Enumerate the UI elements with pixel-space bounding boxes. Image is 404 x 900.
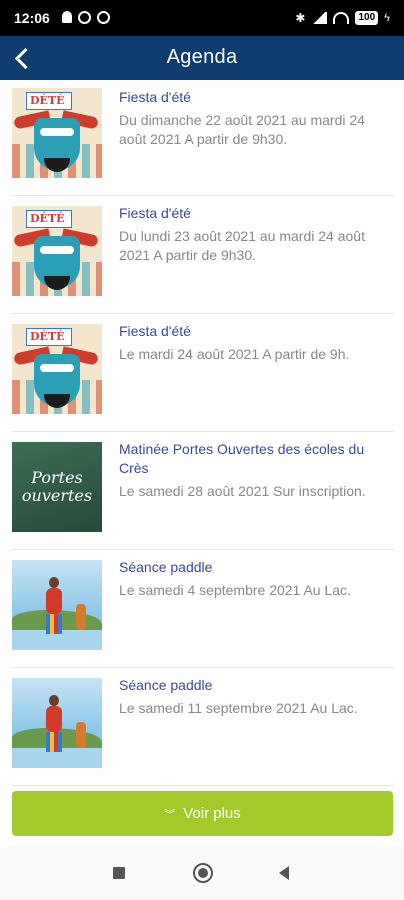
event-description: Du dimanche 22 août 2021 au mardi 24 aoû… [119, 112, 365, 147]
event-item[interactable]: Fiesta d'été Le mardi 24 août 2021 A par… [12, 314, 394, 432]
fiesta-poster-image [12, 324, 102, 414]
event-title[interactable]: Fiesta d'été [119, 204, 392, 223]
chalkboard-image: Portes ouvertes [12, 442, 102, 532]
sync-icon [78, 11, 91, 24]
event-description: Le mardi 24 août 2021 A partir de 9h. [119, 346, 350, 362]
signal-icon [311, 12, 328, 24]
event-item[interactable]: Portes ouvertes Matinée Portes Ouvertes … [12, 432, 394, 550]
chalkboard-text-line-2: ouvertes [21, 486, 93, 505]
recent-apps-icon[interactable] [113, 867, 125, 879]
fiesta-poster-image [12, 206, 102, 296]
double-chevron-down-icon: ︾ [164, 808, 176, 821]
notification-icons [62, 11, 110, 24]
fiesta-poster-image [12, 88, 102, 178]
event-description: Du lundi 23 août 2021 au mardi 24 août 2… [119, 228, 365, 263]
paddle-photo-image [12, 560, 102, 650]
page-title: Agenda [166, 46, 238, 68]
event-item[interactable]: Fiesta d'été Du lundi 23 août 2021 au ma… [12, 196, 394, 314]
status-time: 12:06 [14, 10, 50, 26]
event-item[interactable]: Fiesta d'été Du dimanche 22 août 2021 au… [12, 80, 394, 196]
back-triangle-icon[interactable] [279, 866, 289, 880]
battery-icon: 100 [355, 11, 379, 25]
chalkboard-text-line-1: Portes [31, 468, 83, 487]
event-item[interactable]: Séance paddle Le samedi 11 septembre 202… [12, 668, 394, 786]
bluetooth-icon: ✱ [295, 11, 306, 25]
system-icons: ✱ 100 ϟ [295, 11, 390, 25]
bell-icon [62, 11, 72, 23]
charging-icon: ϟ [384, 12, 390, 24]
voir-plus-button[interactable]: ︾ Voir plus [12, 791, 393, 836]
home-icon[interactable] [193, 863, 213, 883]
event-title[interactable]: Fiesta d'été [119, 88, 392, 107]
event-title[interactable]: Matinée Portes Ouvertes des écoles du Cr… [119, 440, 392, 478]
event-title[interactable]: Séance paddle [119, 558, 392, 577]
app-bar: Agenda [0, 36, 404, 80]
event-description: Le samedi 11 septembre 2021 Au Lac. [119, 700, 358, 716]
navigation-bar [0, 847, 404, 900]
voir-plus-label: Voir plus [183, 805, 241, 822]
event-title[interactable]: Fiesta d'été [119, 322, 392, 341]
data-saver-icon [97, 11, 110, 24]
event-title[interactable]: Séance paddle [119, 676, 392, 695]
status-bar: 12:06 ✱ 100 ϟ [0, 0, 404, 36]
wifi-icon [333, 12, 350, 24]
event-list: Fiesta d'été Du dimanche 22 août 2021 au… [0, 80, 404, 786]
event-description: Le samedi 28 août 2021 Sur inscription. [119, 483, 366, 499]
paddle-photo-image [12, 678, 102, 768]
event-item[interactable]: Séance paddle Le samedi 4 septembre 2021… [12, 550, 394, 668]
event-description: Le samedi 4 septembre 2021 Au Lac. [119, 582, 351, 598]
